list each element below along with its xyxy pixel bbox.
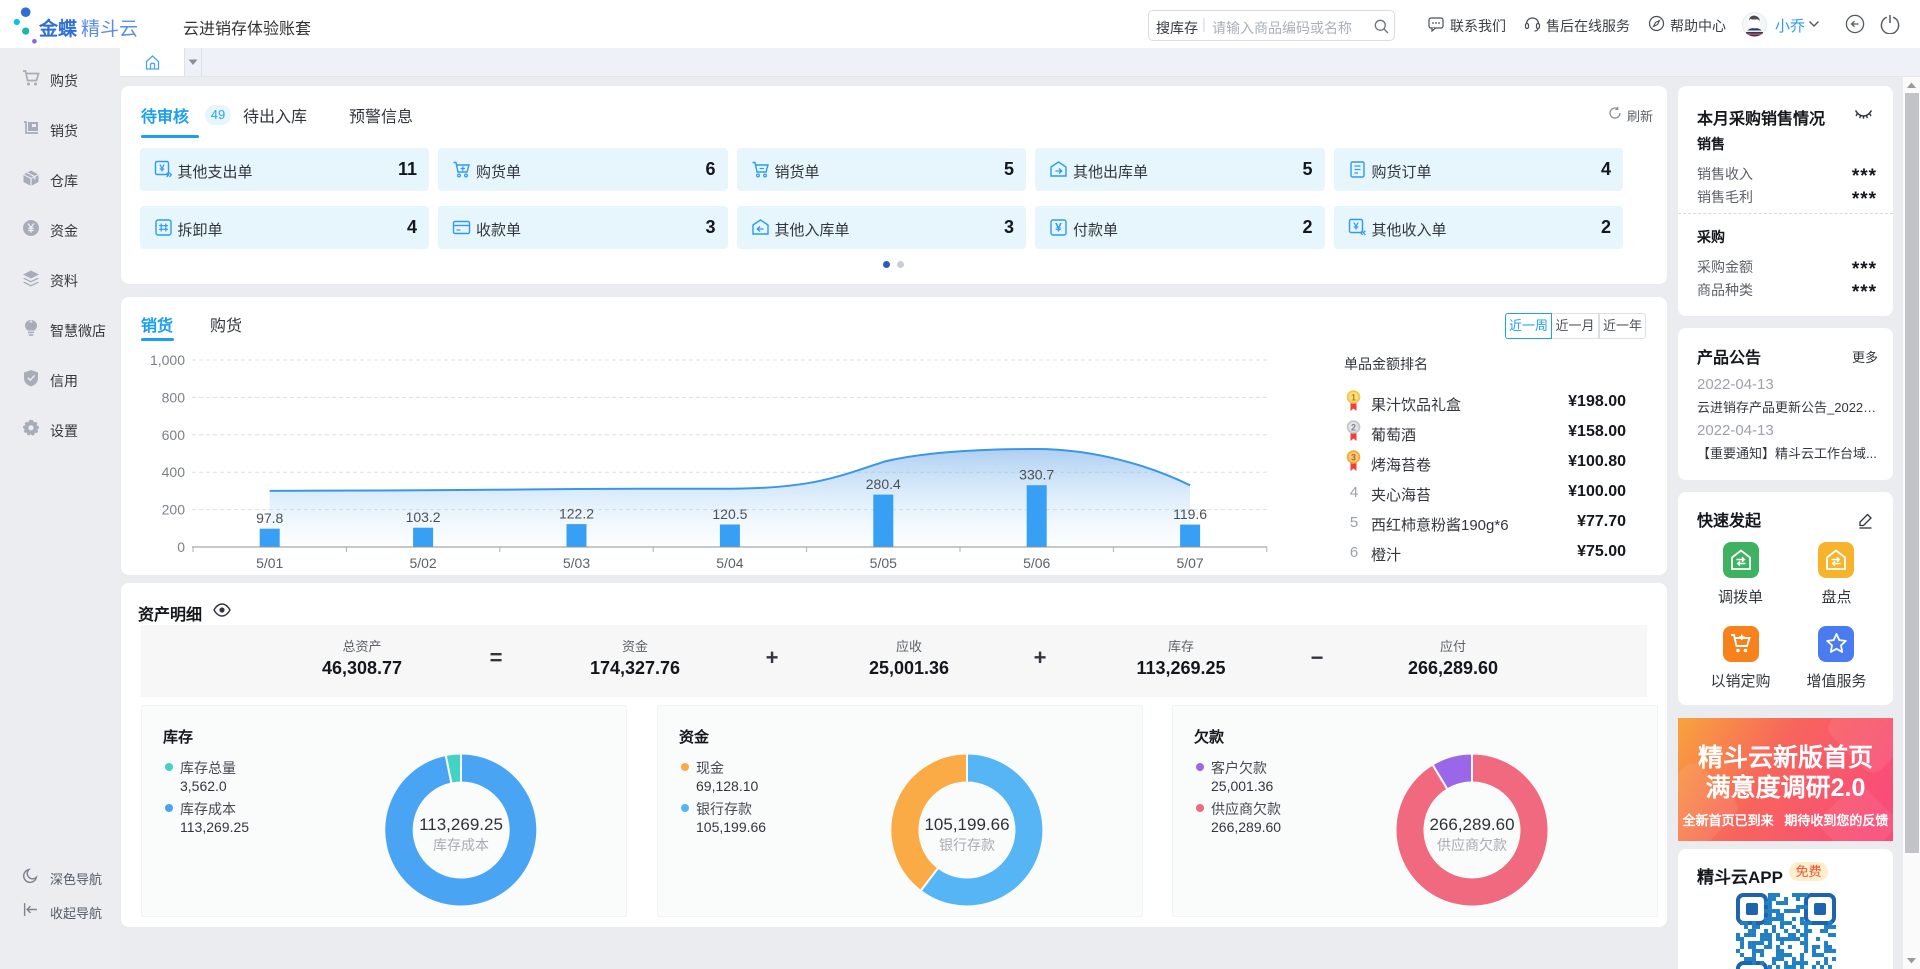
svg-text:3: 3 <box>1351 452 1356 462</box>
svg-text:2: 2 <box>1351 422 1356 432</box>
svg-text:5/05: 5/05 <box>870 555 897 571</box>
svg-text:5/06: 5/06 <box>1023 555 1050 571</box>
svg-text:600: 600 <box>162 427 186 443</box>
svg-text:供应商欠款: 供应商欠款 <box>1437 837 1507 853</box>
svg-text:¥: ¥ <box>1055 221 1062 235</box>
svg-text:400: 400 <box>162 464 186 480</box>
svg-text:103.2: 103.2 <box>406 509 441 525</box>
svg-text:5/03: 5/03 <box>563 555 590 571</box>
svg-text:280.4: 280.4 <box>866 476 901 492</box>
svg-text:1,000: 1,000 <box>150 352 185 368</box>
svg-text:5/01: 5/01 <box>256 555 283 571</box>
svg-text:5/02: 5/02 <box>409 555 436 571</box>
svg-text:¥: ¥ <box>159 164 165 175</box>
svg-text:1: 1 <box>1351 392 1356 402</box>
svg-text:105,199.66: 105,199.66 <box>924 815 1009 834</box>
svg-text:266,289.60: 266,289.60 <box>1429 815 1514 834</box>
svg-text:5/07: 5/07 <box>1176 555 1203 571</box>
svg-text:0: 0 <box>177 539 185 555</box>
svg-text:113,269.25: 113,269.25 <box>419 815 503 834</box>
svg-text:库存成本: 库存成本 <box>433 837 489 853</box>
svg-text:97.8: 97.8 <box>256 510 283 526</box>
svg-text:330.7: 330.7 <box>1019 467 1054 483</box>
svg-text:200: 200 <box>162 502 186 518</box>
svg-text:5/04: 5/04 <box>716 555 743 571</box>
svg-text:银行存款: 银行存款 <box>939 837 995 853</box>
svg-text:800: 800 <box>162 389 186 405</box>
svg-text:120.5: 120.5 <box>712 506 747 522</box>
svg-text:122.2: 122.2 <box>559 506 594 522</box>
svg-text:¥: ¥ <box>1353 222 1359 233</box>
svg-text:119.6: 119.6 <box>1173 506 1207 522</box>
